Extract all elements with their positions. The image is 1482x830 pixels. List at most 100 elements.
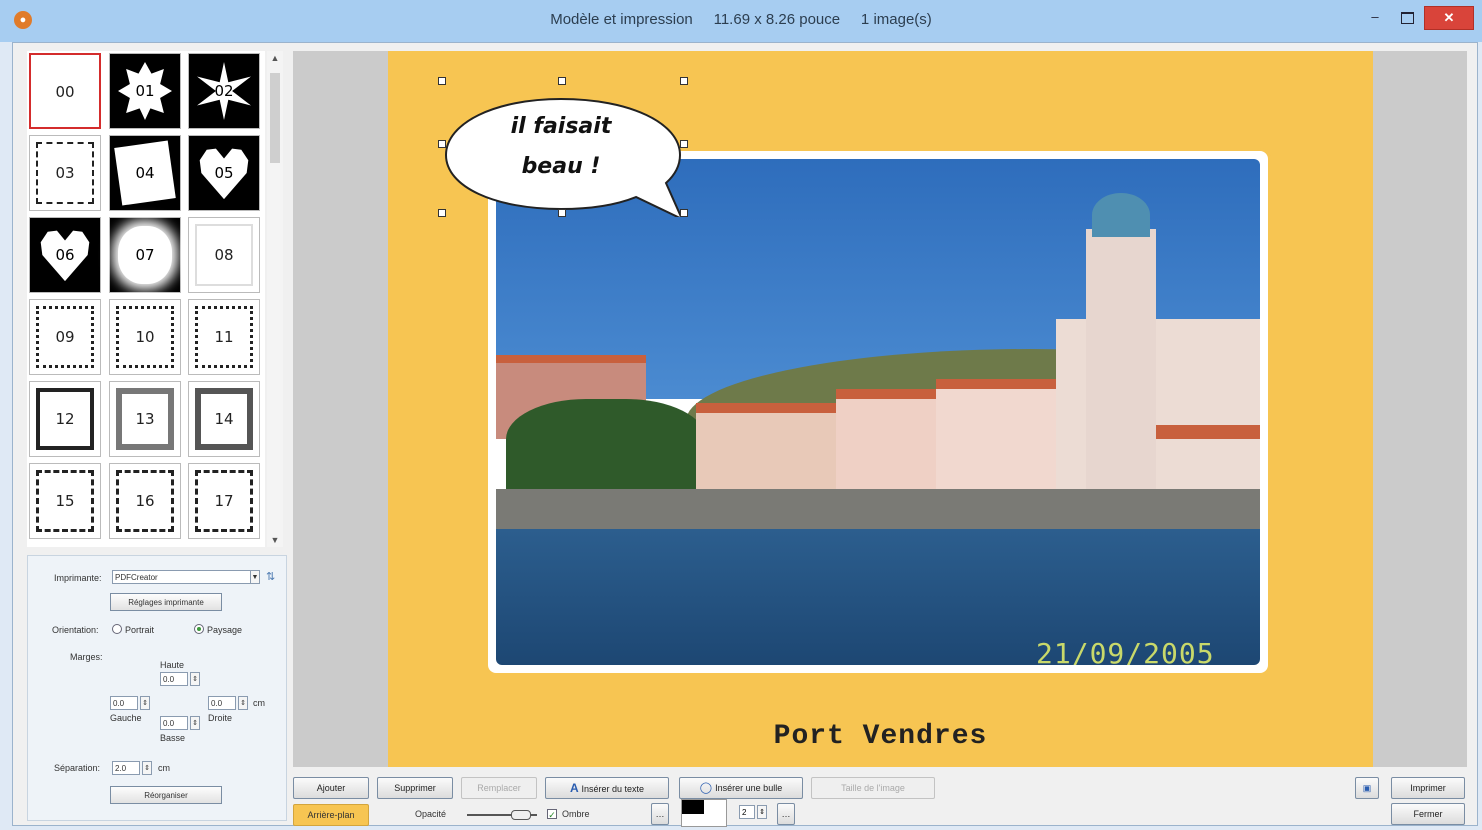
refresh-printers-icon[interactable]: ⇅ <box>266 570 275 583</box>
bubble-line-2: beau ! <box>521 154 601 179</box>
photo-roof <box>696 403 846 413</box>
template-thumb-05[interactable]: 05 <box>188 135 260 211</box>
template-thumb-label: 12 <box>55 410 75 428</box>
template-thumb-12[interactable]: 12 <box>29 381 101 457</box>
reorganize-button[interactable]: Réorganiser <box>110 786 222 804</box>
close-button[interactable]: Fermer <box>1391 803 1465 825</box>
printer-value: PDFCreator <box>115 573 158 582</box>
template-thumb-00[interactable]: 00 <box>29 53 101 129</box>
separation-unit-label: cm <box>158 763 170 773</box>
thumbnail-scrollbar[interactable]: ▲ ▼ <box>267 51 283 547</box>
insert-bubble-label: Insérer une bulle <box>715 783 783 793</box>
template-thumb-11[interactable]: 11 <box>188 299 260 375</box>
template-thumb-04[interactable]: 04 <box>109 135 181 211</box>
top-margin-value: 0.0 <box>163 675 175 684</box>
image-size-button[interactable]: Taille de l'image <box>811 777 935 799</box>
resize-handle[interactable] <box>438 209 446 217</box>
print-button[interactable]: Imprimer <box>1391 777 1465 799</box>
template-thumb-08[interactable]: 08 <box>188 217 260 293</box>
template-thumb-14[interactable]: 14 <box>188 381 260 457</box>
margin-unit-label: cm <box>253 698 265 708</box>
template-thumb-02[interactable]: 02 <box>188 53 260 129</box>
delete-button[interactable]: Supprimer <box>377 777 453 799</box>
template-thumb-label: 04 <box>135 164 155 182</box>
template-thumb-15[interactable]: 15 <box>29 463 101 539</box>
template-thumb-label: 13 <box>135 410 155 428</box>
separation-input[interactable]: 2.0 <box>112 761 140 775</box>
chevron-down-icon[interactable]: ▼ <box>250 570 260 584</box>
left-margin-input[interactable]: 0.0 <box>110 696 138 710</box>
template-thumb-label: 11 <box>214 328 234 346</box>
bubble-line-1: il faisait <box>510 114 612 139</box>
photo-roof <box>936 379 1056 389</box>
replace-button[interactable]: Remplacer <box>461 777 537 799</box>
shadow-size-spinner[interactable]: ⇕ <box>757 805 767 819</box>
page-preview[interactable]: 21/09/2005 il faisait beau ! Port Vendre… <box>388 51 1373 767</box>
resize-handle[interactable] <box>558 77 566 85</box>
insert-bubble-button[interactable]: ◯ Insérer une bulle <box>679 777 803 799</box>
top-margin-spinner[interactable]: ⇕ <box>190 672 200 686</box>
left-margin-spinner[interactable]: ⇕ <box>140 696 150 710</box>
photo-port-vendres[interactable]: 21/09/2005 <box>496 159 1260 665</box>
more-options-button[interactable]: … <box>777 803 795 825</box>
template-thumb-17[interactable]: 17 <box>188 463 260 539</box>
color-swatch[interactable] <box>681 799 727 827</box>
bottom-margin-label: Basse <box>160 733 186 743</box>
template-thumb-label: 07 <box>135 246 155 264</box>
portrait-radio[interactable] <box>112 624 122 634</box>
color-swatch-black <box>682 800 704 814</box>
photo-frame[interactable]: 21/09/2005 <box>488 151 1268 673</box>
resize-handle[interactable] <box>438 77 446 85</box>
bottom-toolbar: Ajouter Supprimer Remplacer A Insérer du… <box>293 769 1473 827</box>
printer-settings-button[interactable]: Réglages imprimante <box>110 593 222 611</box>
template-thumb-13[interactable]: 13 <box>109 381 181 457</box>
speech-bubble-text[interactable]: il faisait beau ! <box>440 107 682 187</box>
template-thumb-09[interactable]: 09 <box>29 299 101 375</box>
bottom-margin-input[interactable]: 0.0 <box>160 716 188 730</box>
template-thumb-10[interactable]: 10 <box>109 299 181 375</box>
insert-text-button[interactable]: A Insérer du texte <box>545 777 669 799</box>
save-button[interactable]: ▣ <box>1355 777 1379 799</box>
scroll-up-icon[interactable]: ▲ <box>267 53 283 63</box>
template-thumb-03[interactable]: 03 <box>29 135 101 211</box>
page-caption[interactable]: Port Vendres <box>388 721 1373 752</box>
printer-select[interactable]: PDFCreator <box>112 570 260 584</box>
template-thumb-06[interactable]: 06 <box>29 217 101 293</box>
photo-trees <box>506 399 706 499</box>
bottom-margin-spinner[interactable]: ⇕ <box>190 716 200 730</box>
resize-handle[interactable] <box>680 209 688 217</box>
text-a-icon: A <box>569 781 582 795</box>
close-window-button[interactable]: ✕ <box>1424 6 1474 30</box>
add-button[interactable]: Ajouter <box>293 777 369 799</box>
shadow-color-button[interactable]: … <box>651 803 669 825</box>
template-thumb-07[interactable]: 07 <box>109 217 181 293</box>
template-thumb-label: 05 <box>214 164 234 182</box>
scroll-down-icon[interactable]: ▼ <box>267 535 283 545</box>
resize-handle[interactable] <box>680 140 688 148</box>
template-thumb-01[interactable]: 01 <box>109 53 181 129</box>
print-settings-panel: Imprimante: PDFCreator ▼ ⇅ Réglages impr… <box>27 555 287 821</box>
maximize-button[interactable] <box>1392 6 1422 28</box>
background-button[interactable]: Arrière-plan <box>293 804 369 826</box>
opacity-slider-knob[interactable] <box>511 810 531 820</box>
resize-handle[interactable] <box>558 209 566 217</box>
minimize-button[interactable]: – <box>1360 6 1390 28</box>
right-margin-spinner[interactable]: ⇕ <box>238 696 248 710</box>
template-thumb-16[interactable]: 16 <box>109 463 181 539</box>
portrait-label: Portrait <box>125 625 155 635</box>
resize-handle[interactable] <box>438 140 446 148</box>
top-margin-label: Haute <box>160 660 185 670</box>
scrollbar-thumb[interactable] <box>270 73 280 163</box>
shadow-size-value: 2 <box>742 808 747 817</box>
right-margin-input[interactable]: 0.0 <box>208 696 236 710</box>
template-thumb-label: 17 <box>214 492 234 510</box>
separation-spinner[interactable]: ⇕ <box>142 761 152 775</box>
landscape-radio[interactable] <box>194 624 204 634</box>
shadow-size-input[interactable]: 2 <box>739 805 755 819</box>
resize-handle[interactable] <box>680 77 688 85</box>
shadow-checkbox[interactable]: ✓ <box>547 809 557 820</box>
template-thumb-label: 03 <box>55 164 75 182</box>
top-margin-input[interactable]: 0.0 <box>160 672 188 686</box>
maximize-icon <box>1400 11 1414 24</box>
template-thumb-label: 06 <box>55 246 75 264</box>
